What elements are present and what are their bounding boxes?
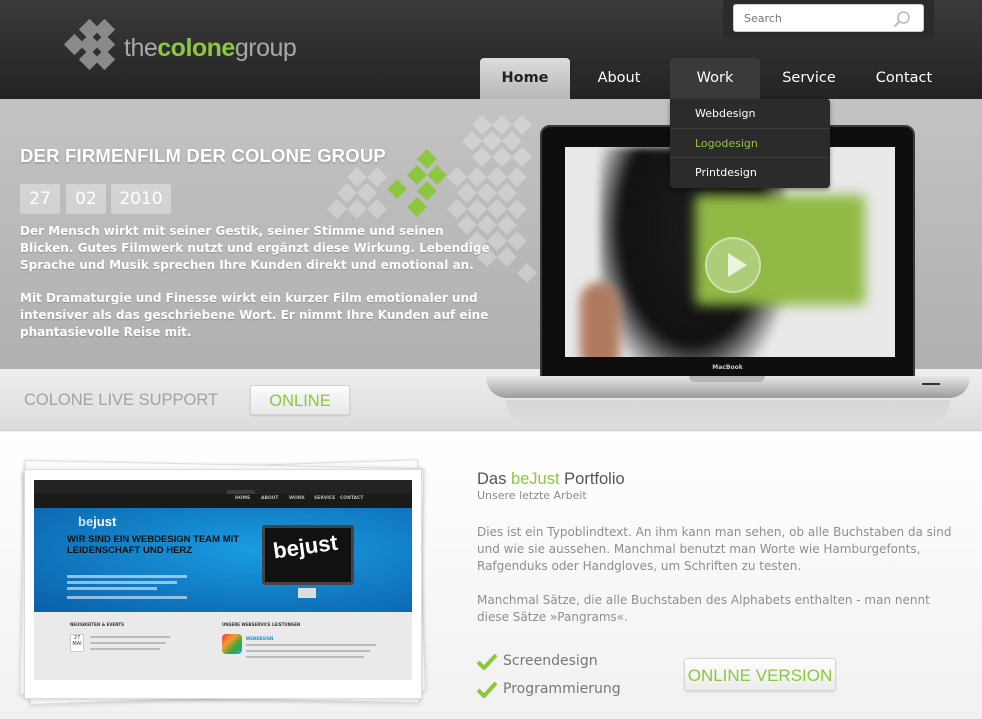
portfolio-title: Das beJust Portfolio bbox=[477, 470, 625, 488]
hero-paragraph-1: Der Mensch wirkt mit seiner Gestik, sein… bbox=[20, 224, 490, 272]
portfolio-paragraph-1: Dies ist ein Typoblindtext. An ihm kann … bbox=[477, 525, 952, 573]
preview-monitor: bejust bbox=[262, 525, 354, 585]
work-dropdown-menu: Webdesign Logodesign Printdesign bbox=[670, 99, 830, 188]
date-year: 2010 bbox=[111, 184, 171, 214]
dropdown-item-webdesign[interactable]: Webdesign bbox=[670, 99, 830, 129]
preview-headline: WIR SIND EIN WEBDESIGN TEAM MIT LEIDENSC… bbox=[67, 534, 240, 556]
nav-contact[interactable]: Contact bbox=[864, 58, 944, 99]
nav-about[interactable]: About bbox=[580, 58, 658, 99]
feature-label: Programmierung bbox=[503, 681, 621, 697]
hero-paragraph-2: Mit Dramaturgie und Finesse wirkt ein ku… bbox=[20, 291, 489, 339]
preview-brush-icon bbox=[222, 634, 242, 654]
page: thecolonegroup Home About Work Service C… bbox=[0, 0, 982, 719]
search-box bbox=[733, 4, 924, 32]
checkmark-icon bbox=[477, 681, 497, 698]
live-support-label: COLONE LIVE SUPPORT bbox=[24, 391, 219, 409]
dropdown-item-logodesign[interactable]: Logodesign bbox=[670, 129, 830, 158]
site-header: thecolonegroup Home About Work Service C… bbox=[0, 0, 982, 99]
site-logo[interactable]: thecolonegroup bbox=[60, 18, 320, 74]
logo-wordmark: thecolonegroup bbox=[124, 34, 297, 62]
play-icon[interactable] bbox=[705, 237, 761, 293]
search-icon[interactable] bbox=[893, 10, 911, 28]
logo-diamonds-icon bbox=[60, 18, 120, 74]
feature-label: Screendesign bbox=[503, 653, 598, 669]
laptop-base bbox=[486, 376, 970, 398]
online-version-button[interactable]: ONLINE VERSION bbox=[684, 658, 836, 691]
checkmark-icon bbox=[477, 653, 497, 670]
portfolio-screenshot: HOME ABOUT WORK SERVICE CONTACT bejust W… bbox=[34, 480, 412, 680]
portfolio-subtitle: Unsere letzte Arbeit bbox=[477, 489, 587, 502]
nav-home[interactable]: Home bbox=[480, 58, 570, 99]
preview-calendar-icon: 27 MAI bbox=[70, 634, 84, 652]
support-online-button[interactable]: ONLINE bbox=[250, 385, 350, 415]
search-input[interactable] bbox=[734, 5, 884, 31]
dropdown-item-printdesign[interactable]: Printdesign bbox=[670, 158, 830, 188]
feature-screendesign: Screendesign bbox=[477, 653, 677, 673]
portfolio-image-stack[interactable]: HOME ABOUT WORK SERVICE CONTACT bejust W… bbox=[18, 459, 430, 705]
portfolio-paragraph-2: Manchmal Sätze, die alle Buchstaben des … bbox=[477, 593, 930, 624]
nav-service[interactable]: Service bbox=[768, 58, 850, 99]
feature-programmierung: Programmierung bbox=[477, 681, 677, 701]
laptop-brand-label: MacBook bbox=[712, 364, 743, 371]
hero-title: DER FIRMENFILM DER COLONE GROUP bbox=[20, 145, 386, 166]
bejust-logo: bejust bbox=[78, 514, 117, 529]
nav-work[interactable]: Work bbox=[670, 58, 760, 99]
date-month: 02 bbox=[66, 184, 106, 214]
date-day: 27 bbox=[20, 184, 60, 214]
